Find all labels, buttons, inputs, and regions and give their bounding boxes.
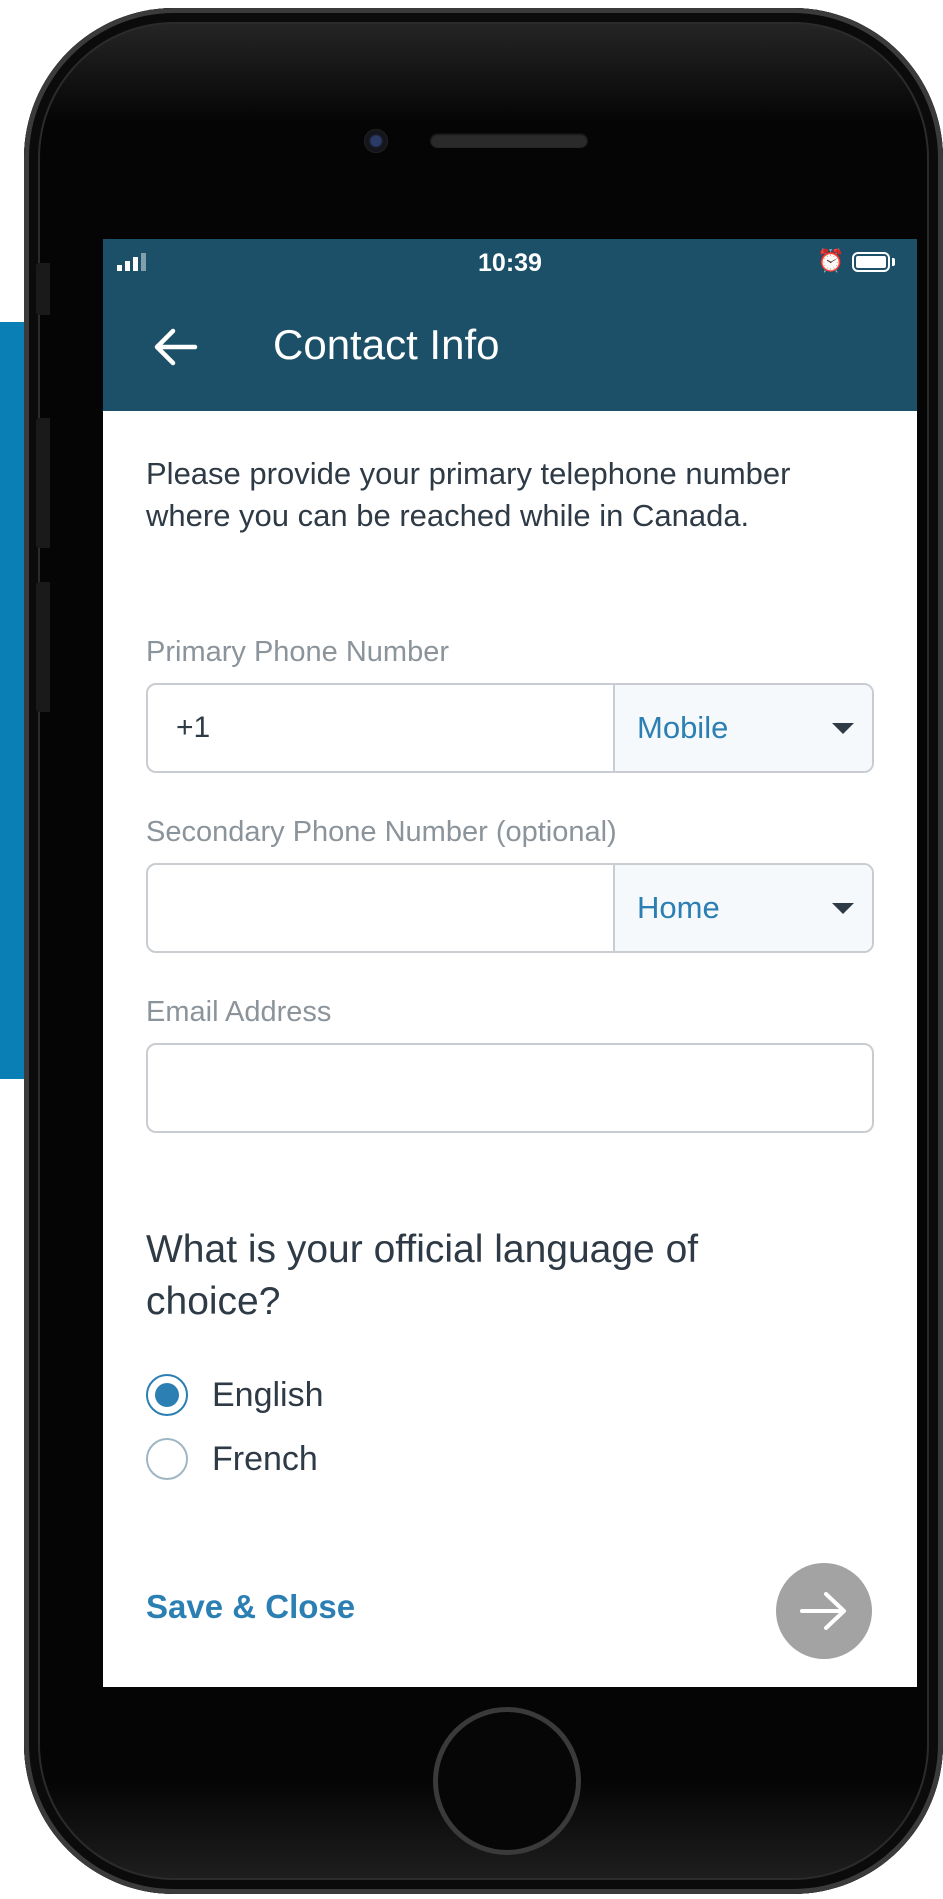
phone-frame: 10:39 ⏰ Contact Info Please provide your… [24,8,943,1894]
app-screen: 10:39 ⏰ Contact Info Please provide your… [103,239,917,1687]
radio-label-french: French [212,1439,318,1478]
earpiece-speaker [430,133,588,148]
volume-down-button [36,582,50,712]
lower-content: What is your official language of choice… [146,239,874,1687]
home-button[interactable] [433,1707,581,1855]
radio-option-french[interactable]: French [146,1436,318,1482]
radio-button-french[interactable] [146,1438,188,1480]
radio-button-english[interactable] [146,1374,188,1416]
background-accent-strip [0,322,26,1079]
language-question: What is your official language of choice… [146,1228,699,1323]
radio-label-english: English [212,1375,324,1414]
radio-option-english[interactable]: English [146,1372,324,1418]
next-button[interactable] [776,1563,872,1659]
volume-up-button [36,418,50,548]
battery-tip [892,258,895,266]
front-camera [364,129,388,153]
arrow-right-icon [800,1592,846,1630]
mute-switch [36,263,50,315]
save-close-link[interactable]: Save & Close [146,1588,355,1626]
